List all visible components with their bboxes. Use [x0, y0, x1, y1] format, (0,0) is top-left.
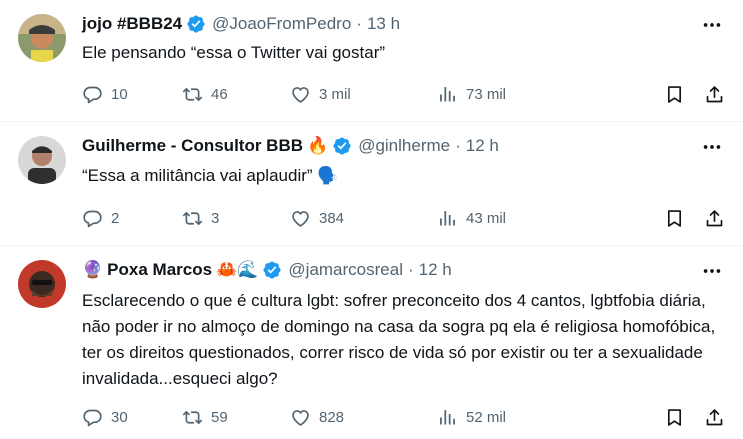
share-button[interactable]	[704, 407, 725, 428]
tweet-actions: 2 3 384 43 mil	[82, 205, 725, 231]
reply-count: 30	[111, 408, 128, 426]
separator: ·	[356, 14, 362, 33]
like-button[interactable]: 3 mil	[290, 84, 351, 105]
tweet-text: Esclarecendo o que é cultura lgbt: sofre…	[82, 291, 716, 388]
more-icon[interactable]	[701, 260, 723, 282]
retweet-button[interactable]: 3	[182, 208, 219, 229]
views-count: 73 mil	[466, 85, 507, 103]
verified-badge-icon	[332, 136, 352, 156]
separator: ·	[407, 260, 414, 279]
share-button[interactable]	[704, 208, 725, 229]
like-count: 384	[319, 209, 345, 227]
share-button[interactable]	[704, 84, 725, 105]
tweet-feed: jojo #BBB24 @JoaoFromPedro · 13 h Ele pe…	[0, 0, 743, 439]
tweet-header: jojo #BBB24 @JoaoFromPedro · 13 h	[82, 12, 683, 36]
tweet-header: 🔮 Poxa Marcos 🦀🌊 @jamarcosreal · 12 h	[82, 258, 683, 282]
share-icon	[704, 407, 725, 428]
like-icon	[290, 84, 311, 105]
more-icon[interactable]	[701, 136, 723, 158]
retweet-icon	[182, 407, 203, 428]
reply-button[interactable]: 10	[82, 84, 128, 105]
bookmark-button[interactable]	[664, 208, 685, 229]
timestamp[interactable]: 12 h	[419, 260, 452, 280]
more-icon[interactable]	[701, 14, 723, 36]
views-button[interactable]: 73 mil	[437, 84, 506, 105]
tweet[interactable]: Guilherme - Consultor BBB 🔥 @ginlherme ·…	[0, 122, 743, 246]
user-handle[interactable]: @ginlherme	[358, 136, 450, 156]
display-name[interactable]: Poxa Marcos	[107, 260, 212, 280]
like-icon	[290, 407, 311, 428]
like-button[interactable]: 828	[290, 407, 344, 428]
name-emoji: 🦀🌊	[216, 260, 259, 279]
retweet-icon	[182, 84, 203, 105]
bookmark-icon	[664, 84, 685, 105]
retweet-button[interactable]: 59	[182, 407, 228, 428]
views-button[interactable]: 43 mil	[437, 208, 506, 229]
share-icon	[704, 208, 725, 229]
user-handle[interactable]: @jamarcosreal	[288, 260, 403, 280]
reply-icon	[82, 208, 103, 229]
retweet-count: 59	[211, 408, 228, 426]
avatar[interactable]	[18, 260, 66, 308]
retweet-count: 46	[211, 85, 228, 103]
like-count: 828	[319, 408, 345, 426]
reply-button[interactable]: 2	[82, 208, 119, 229]
tweet-header: Guilherme - Consultor BBB 🔥 @ginlherme ·…	[82, 134, 683, 158]
reply-count: 2	[111, 209, 120, 227]
like-icon	[290, 208, 311, 229]
display-name[interactable]: jojo #BBB24	[82, 14, 182, 34]
views-count: 52 mil	[466, 408, 507, 426]
tweet-actions: 30 59 828 52 mil	[82, 404, 725, 430]
bookmark-button[interactable]	[664, 84, 685, 105]
retweet-icon	[182, 208, 203, 229]
avatar[interactable]	[18, 136, 66, 184]
tweet-actions: 10 46 3 mil 73 mil	[82, 81, 725, 107]
share-icon	[704, 84, 725, 105]
bookmark-icon	[664, 407, 685, 428]
tweet[interactable]: jojo #BBB24 @JoaoFromPedro · 13 h Ele pe…	[0, 0, 743, 122]
bookmark-icon	[664, 208, 685, 229]
reply-icon	[82, 407, 103, 428]
views-count: 43 mil	[466, 209, 507, 227]
like-button[interactable]: 384	[290, 208, 344, 229]
reply-count: 10	[111, 85, 128, 103]
views-icon	[437, 208, 458, 229]
name-emoji: 🔥	[307, 136, 329, 155]
like-count: 3 mil	[319, 85, 351, 103]
display-name[interactable]: Guilherme - Consultor BBB	[82, 136, 303, 156]
tweet-text: “Essa a militância vai aplaudir” 🗣️	[82, 166, 339, 185]
user-handle[interactable]: @JoaoFromPedro	[212, 14, 351, 34]
bookmark-button[interactable]	[664, 407, 685, 428]
verified-badge-icon	[262, 260, 282, 280]
reply-button[interactable]: 30	[82, 407, 128, 428]
name-prefix-emoji: 🔮	[82, 260, 104, 279]
tweet-text: Ele pensando “essa o Twitter vai gostar”	[82, 43, 386, 62]
timestamp[interactable]: 12 h	[466, 136, 499, 156]
retweet-count: 3	[211, 209, 220, 227]
verified-badge-icon	[186, 14, 206, 34]
tweet[interactable]: 🔮 Poxa Marcos 🦀🌊 @jamarcosreal · 12 h Es…	[0, 246, 743, 439]
avatar[interactable]	[18, 14, 66, 62]
views-icon	[437, 84, 458, 105]
reply-icon	[82, 84, 103, 105]
separator: ·	[455, 136, 461, 155]
views-icon	[437, 407, 458, 428]
timestamp[interactable]: 13 h	[367, 14, 400, 34]
views-button[interactable]: 52 mil	[437, 407, 506, 428]
retweet-button[interactable]: 46	[182, 84, 228, 105]
